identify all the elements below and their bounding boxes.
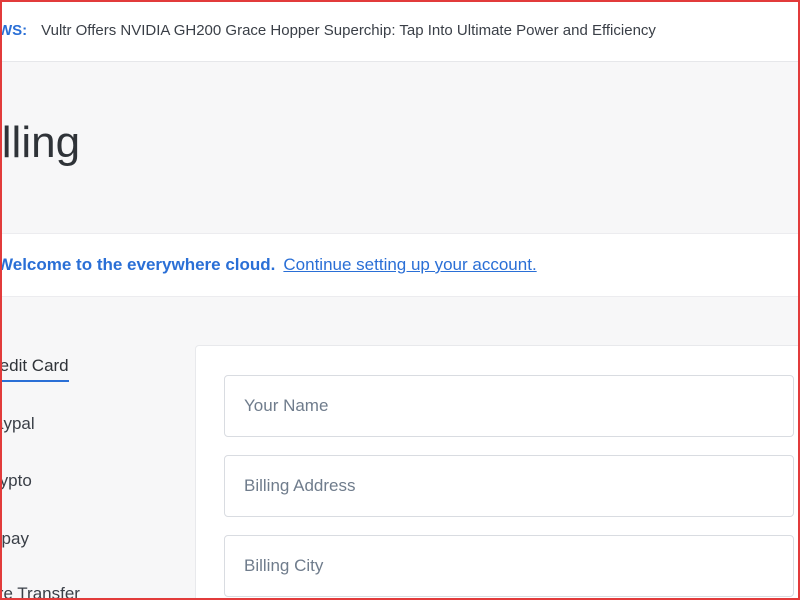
tab-alipay[interactable]: lipay: [0, 529, 29, 549]
page-title: illing: [0, 118, 81, 167]
tab-wire-transfer[interactable]: ire Transfer: [0, 584, 80, 600]
billing-address-input[interactable]: [224, 455, 794, 517]
billing-city-input[interactable]: [224, 535, 794, 597]
welcome-banner: Welcome to the everywhere cloud. Continu…: [0, 233, 800, 297]
setup-account-link[interactable]: Continue setting up your account.: [283, 255, 536, 275]
tab-crypto[interactable]: rypto: [0, 471, 32, 491]
tab-credit-card[interactable]: redit Card: [0, 356, 69, 382]
news-label: WS:: [0, 22, 28, 39]
news-headline-link[interactable]: Vultr Offers NVIDIA GH200 Grace Hopper S…: [41, 22, 656, 39]
welcome-message: Welcome to the everywhere cloud.: [0, 255, 276, 274]
tab-paypal[interactable]: aypal: [0, 414, 35, 434]
name-input[interactable]: [224, 375, 794, 437]
news-bar: WS: Vultr Offers NVIDIA GH200 Grace Hopp…: [0, 0, 800, 62]
